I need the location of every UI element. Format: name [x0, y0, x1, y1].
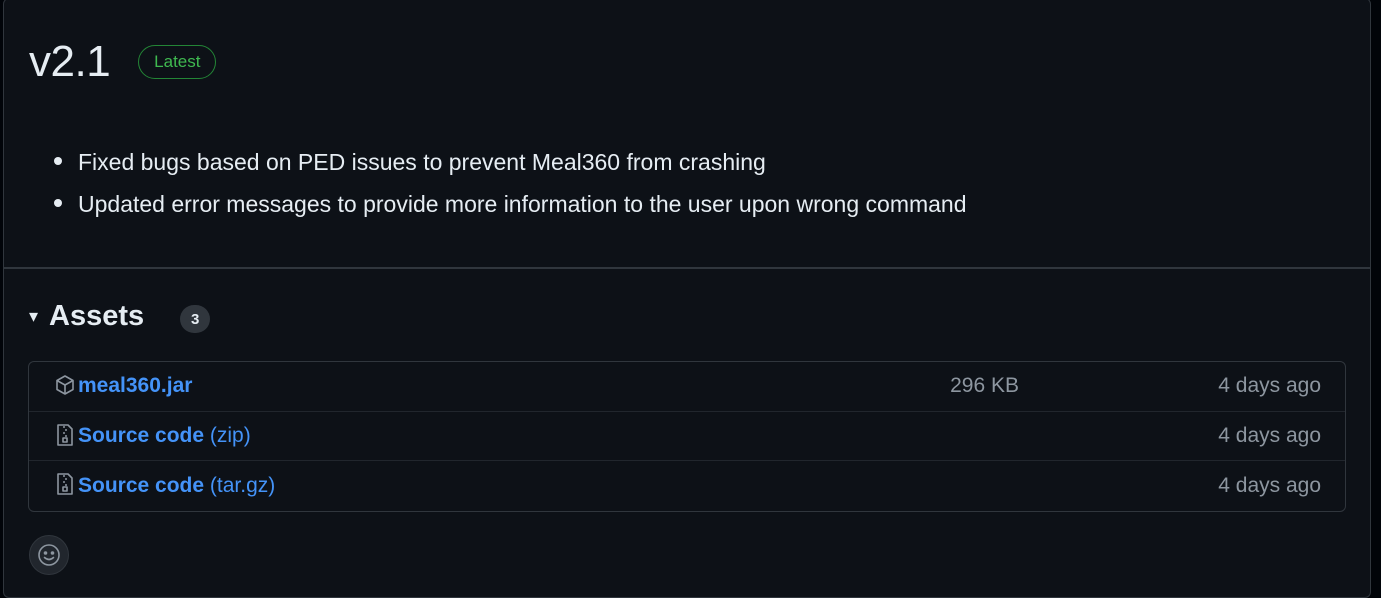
asset-name-suffix: (tar.gz): [209, 473, 276, 497]
asset-size: 296 KB: [950, 374, 1019, 398]
file-zip-icon: [57, 423, 73, 446]
asset-row: Source code (tar.gz) 4 days ago: [29, 461, 1345, 511]
asset-date: 4 days ago: [1218, 423, 1321, 447]
asset-date: 4 days ago: [1218, 374, 1321, 398]
asset-name-suffix: (zip): [209, 423, 251, 447]
asset-name-text: Source code: [78, 473, 205, 497]
asset-name-text: meal360.jar: [78, 374, 193, 398]
release-notes: Fixed bugs based on PED issues to preven…: [52, 144, 967, 228]
release-title[interactable]: v2.1: [29, 37, 111, 87]
assets-toggle[interactable]: ▾ Assets 3: [29, 299, 211, 333]
smiley-icon: [38, 544, 60, 566]
asset-name-text: Source code: [78, 423, 205, 447]
release-note-item: Fixed bugs based on PED issues to preven…: [52, 144, 967, 186]
asset-link-meal360-jar[interactable]: meal360.jar: [78, 374, 192, 398]
file-zip-icon: [57, 473, 73, 495]
release-header: v2.1 Latest: [29, 37, 217, 87]
asset-row: Source code (zip) 4 days ago: [29, 412, 1345, 461]
assets-count-badge: 3: [180, 305, 211, 333]
package-icon: [56, 375, 74, 395]
asset-list: meal360.jar 296 KB 4 days ago Source cod…: [28, 361, 1346, 512]
assets-heading: Assets: [49, 299, 145, 332]
release-note-item: Updated error messages to provide more i…: [52, 186, 967, 228]
asset-row: meal360.jar 296 KB 4 days ago: [29, 362, 1345, 412]
asset-link-source-targz[interactable]: Source code (tar.gz): [78, 474, 275, 498]
add-reaction-button[interactable]: [29, 535, 69, 575]
release-card: v2.1 Latest Fixed bugs based on PED issu…: [3, 0, 1371, 598]
asset-date: 4 days ago: [1218, 473, 1321, 497]
asset-link-source-zip[interactable]: Source code (zip): [78, 424, 251, 448]
latest-badge: Latest: [138, 45, 217, 79]
caret-down-icon: ▾: [29, 305, 39, 326]
section-divider: [4, 267, 1370, 269]
